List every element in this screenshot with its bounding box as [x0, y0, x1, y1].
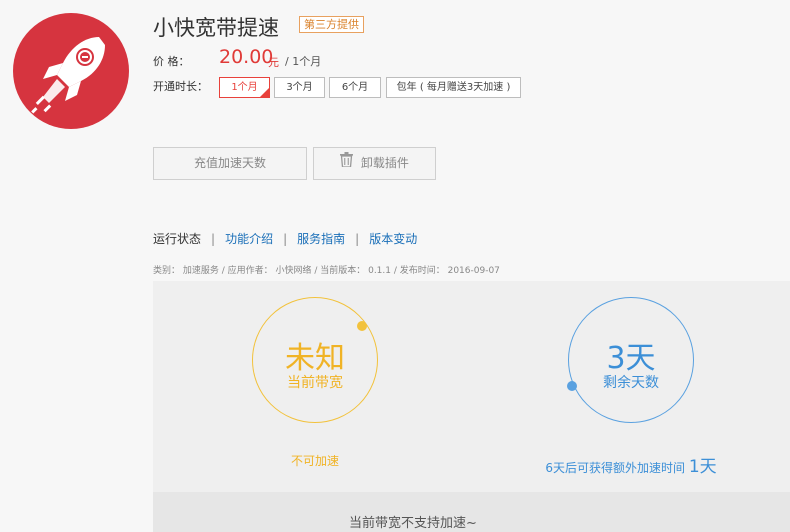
trash-icon	[340, 148, 354, 179]
tab-features[interactable]: 功能介绍	[225, 232, 273, 246]
tab-separator: |	[283, 232, 288, 246]
remaining-days-label: 剩余天数	[603, 375, 659, 391]
bandwidth-desc: 不可加速	[290, 454, 339, 468]
app-meta-info: 类别： 加速服务 / 应用作者： 小快网络 / 当前版本： 0.1.1 / 发布…	[153, 266, 500, 276]
bandwidth-dot	[357, 321, 367, 331]
uninstall-button-label: 卸载插件	[360, 156, 409, 170]
selected-corner-icon	[260, 88, 269, 97]
tab-separator: |	[355, 232, 360, 246]
price-period: / 1个月	[285, 55, 322, 68]
duration-option-label: 3个月	[286, 82, 313, 93]
tab-bar: 运行状态 | 功能介绍 | 服务指南 | 版本变动	[153, 230, 417, 247]
notice-text: 当前带宽不支持加速~	[349, 516, 477, 531]
duration-option-label: 包年 ( 每月赠送3天加速 )	[396, 82, 511, 93]
recharge-button[interactable]: 充值加速天数	[153, 147, 307, 180]
bandwidth-value: 未知	[285, 341, 345, 376]
tab-version-changes[interactable]: 版本变动	[369, 232, 417, 246]
duration-label: 开通时长：	[153, 80, 208, 93]
price-unit: 元	[268, 56, 279, 69]
remaining-days-value: 3天	[606, 341, 656, 376]
duration-option-1-month[interactable]: 1个月	[219, 77, 270, 98]
tab-running-status[interactable]: 运行状态	[153, 232, 201, 246]
duration-option-label: 6个月	[341, 82, 369, 93]
extra-time-desc: 6天后可获得额外加速时间 1天	[520, 452, 742, 477]
bandwidth-label: 当前带宽	[287, 375, 343, 391]
duration-option-yearly[interactable]: 包年 ( 每月赠送3天加速 )	[386, 77, 521, 98]
duration-option-label: 1个月	[231, 82, 258, 93]
price-value: 20.00	[219, 46, 274, 68]
duration-option-6-months[interactable]: 6个月	[329, 77, 381, 98]
recharge-button-label: 充值加速天数	[193, 156, 266, 170]
uninstall-button[interactable]: 卸载插件	[313, 147, 436, 180]
rocket-icon	[31, 37, 105, 114]
extra-time-days: 1天	[688, 457, 717, 477]
app-logo	[13, 13, 129, 129]
app-title: 小快宽带提速	[153, 16, 279, 40]
tab-service-guide[interactable]: 服务指南	[297, 232, 345, 246]
extra-time-text: 6天后可获得额外加速时间	[545, 461, 685, 475]
duration-option-3-months[interactable]: 3个月	[274, 77, 325, 98]
tab-separator: |	[211, 232, 216, 246]
third-party-badge: 第三方提供	[299, 16, 364, 33]
price-label: 价 格：	[153, 55, 190, 68]
